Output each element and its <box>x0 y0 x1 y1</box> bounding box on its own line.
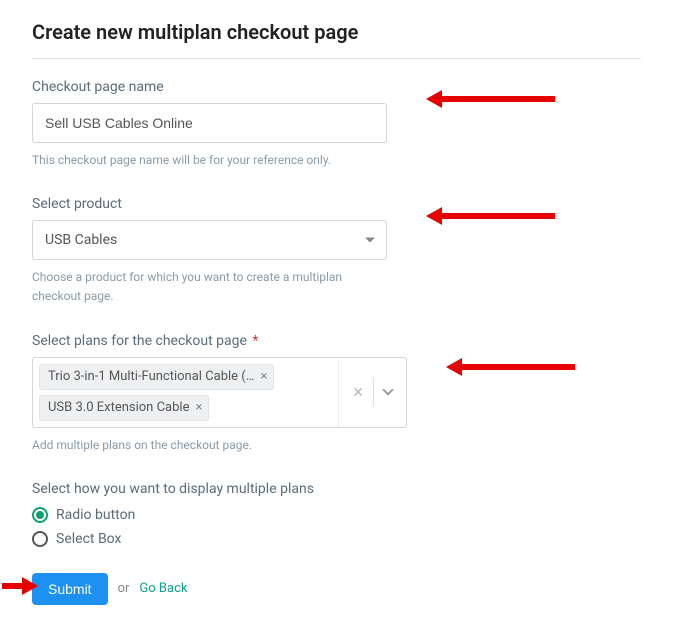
plan-chip: USB 3.0 Extension Cable × <box>39 395 209 421</box>
submit-button[interactable]: Submit <box>32 573 108 605</box>
go-back-link[interactable]: Go Back <box>139 581 187 596</box>
product-select-value: USB Cables <box>45 232 117 248</box>
plan-chip: Trio 3-in-1 Multi-Functional Cable (… × <box>39 364 274 390</box>
annotation-arrow <box>2 583 24 589</box>
form-actions: Submit or Go Back <box>32 573 641 605</box>
field-display-style: Select how you want to display multiple … <box>32 481 641 547</box>
checkout-name-input[interactable] <box>32 103 387 143</box>
divider <box>32 58 641 59</box>
required-mark: * <box>252 333 258 349</box>
field-select-plans: Select plans for the checkout page * Tri… <box>32 333 641 455</box>
field-select-product: Select product USB Cables Choose a produ… <box>32 196 641 306</box>
multiselect-toggle[interactable] <box>374 390 402 394</box>
chevron-down-icon <box>382 384 393 395</box>
clear-all-icon[interactable]: × <box>343 382 373 403</box>
radio-label: Select Box <box>56 531 121 547</box>
radio-option-radio-button[interactable]: Radio button <box>32 507 641 523</box>
annotation-arrow <box>440 213 555 219</box>
radio-option-select-box[interactable]: Select Box <box>32 531 641 547</box>
plans-multiselect[interactable]: Trio 3-in-1 Multi-Functional Cable (… × … <box>32 357 407 428</box>
field-checkout-name: Checkout page name This checkout page na… <box>32 79 641 170</box>
caret-down-icon <box>365 238 375 243</box>
radio-label: Radio button <box>56 507 135 523</box>
helper-select-product: Choose a product for which you want to c… <box>32 268 387 306</box>
helper-select-plans: Add multiple plans on the checkout page. <box>32 436 387 455</box>
label-select-plans: Select plans for the checkout page * <box>32 333 641 349</box>
chip-remove-icon[interactable]: × <box>260 370 267 383</box>
annotation-arrow <box>460 364 575 370</box>
label-checkout-name: Checkout page name <box>32 79 641 95</box>
display-radio-group: Radio button Select Box <box>32 507 641 547</box>
plan-chip-label: USB 3.0 Extension Cable <box>48 400 189 415</box>
chip-remove-icon[interactable]: × <box>195 401 202 414</box>
annotation-arrow <box>440 96 555 102</box>
label-select-plans-text: Select plans for the checkout page <box>32 333 247 349</box>
radio-icon <box>32 507 48 523</box>
product-select[interactable]: USB Cables <box>32 220 387 260</box>
plans-chips-area[interactable]: Trio 3-in-1 Multi-Functional Cable (… × … <box>33 358 338 427</box>
multiselect-controls: × <box>338 358 406 427</box>
label-select-product: Select product <box>32 196 641 212</box>
label-display-style: Select how you want to display multiple … <box>32 481 641 497</box>
or-text: or <box>118 581 130 596</box>
radio-icon <box>32 531 48 547</box>
plan-chip-label: Trio 3-in-1 Multi-Functional Cable (… <box>48 369 254 384</box>
helper-checkout-name: This checkout page name will be for your… <box>32 151 387 170</box>
page-title: Create new multiplan checkout page <box>32 20 641 44</box>
